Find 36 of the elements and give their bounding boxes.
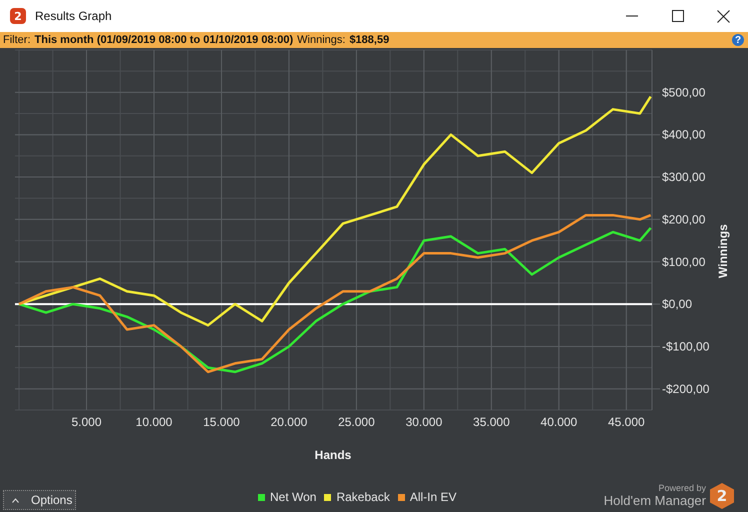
y-tick-label: -$100,00: [662, 339, 710, 354]
filter-label: Filter:: [3, 34, 30, 46]
y-tick-label: $200,00: [662, 212, 706, 226]
close-icon[interactable]: [717, 10, 730, 22]
winnings-label: Winnings:: [297, 34, 346, 46]
legend-label: All-In EV: [410, 490, 457, 504]
help-button[interactable]: ?: [732, 34, 744, 46]
product-name: Hold'em Manager: [604, 494, 706, 508]
y-tick-label: -$200,00: [662, 382, 710, 396]
x-tick-label: 20.000: [270, 415, 308, 429]
options-button[interactable]: Options: [3, 490, 76, 510]
legend-label: Rakeback: [336, 490, 390, 504]
x-tick-label: 30.000: [406, 415, 442, 429]
x-axis-title: Hands: [314, 448, 352, 462]
filter-value: This month (01/09/2019 08:00 to 01/10/2019 08:00): [34, 34, 294, 46]
x-tick-label: 10.000: [136, 415, 172, 429]
x-tick-label: 40.000: [540, 415, 578, 429]
y-tick-label: $400,00: [662, 128, 706, 142]
y-axis-title: Winnings: [716, 224, 730, 278]
maximize-icon[interactable]: [672, 10, 684, 22]
legend-label: Net Won: [270, 490, 316, 504]
window-title: Results Graph: [35, 9, 112, 23]
y-tick-label: $100,00: [662, 254, 706, 269]
caret-icon: [12, 498, 19, 502]
powered-by-text: Powered by: [658, 484, 706, 494]
x-tick-label: 5.000: [72, 415, 102, 429]
x-tick-label: 45.000: [608, 415, 645, 429]
x-tick-label: 35.000: [473, 415, 510, 429]
brand-logo-icon: 2: [710, 483, 734, 509]
y-tick-label: $500,00: [662, 85, 706, 100]
x-tick-label: 25.000: [338, 415, 375, 429]
winnings-value: $188,59: [349, 34, 390, 46]
y-tick-label: $300,00: [662, 170, 706, 184]
x-tick-label: 15.000: [203, 415, 240, 429]
app-logo-icon: 2: [10, 8, 26, 24]
y-tick-label: $0,00: [662, 297, 692, 312]
